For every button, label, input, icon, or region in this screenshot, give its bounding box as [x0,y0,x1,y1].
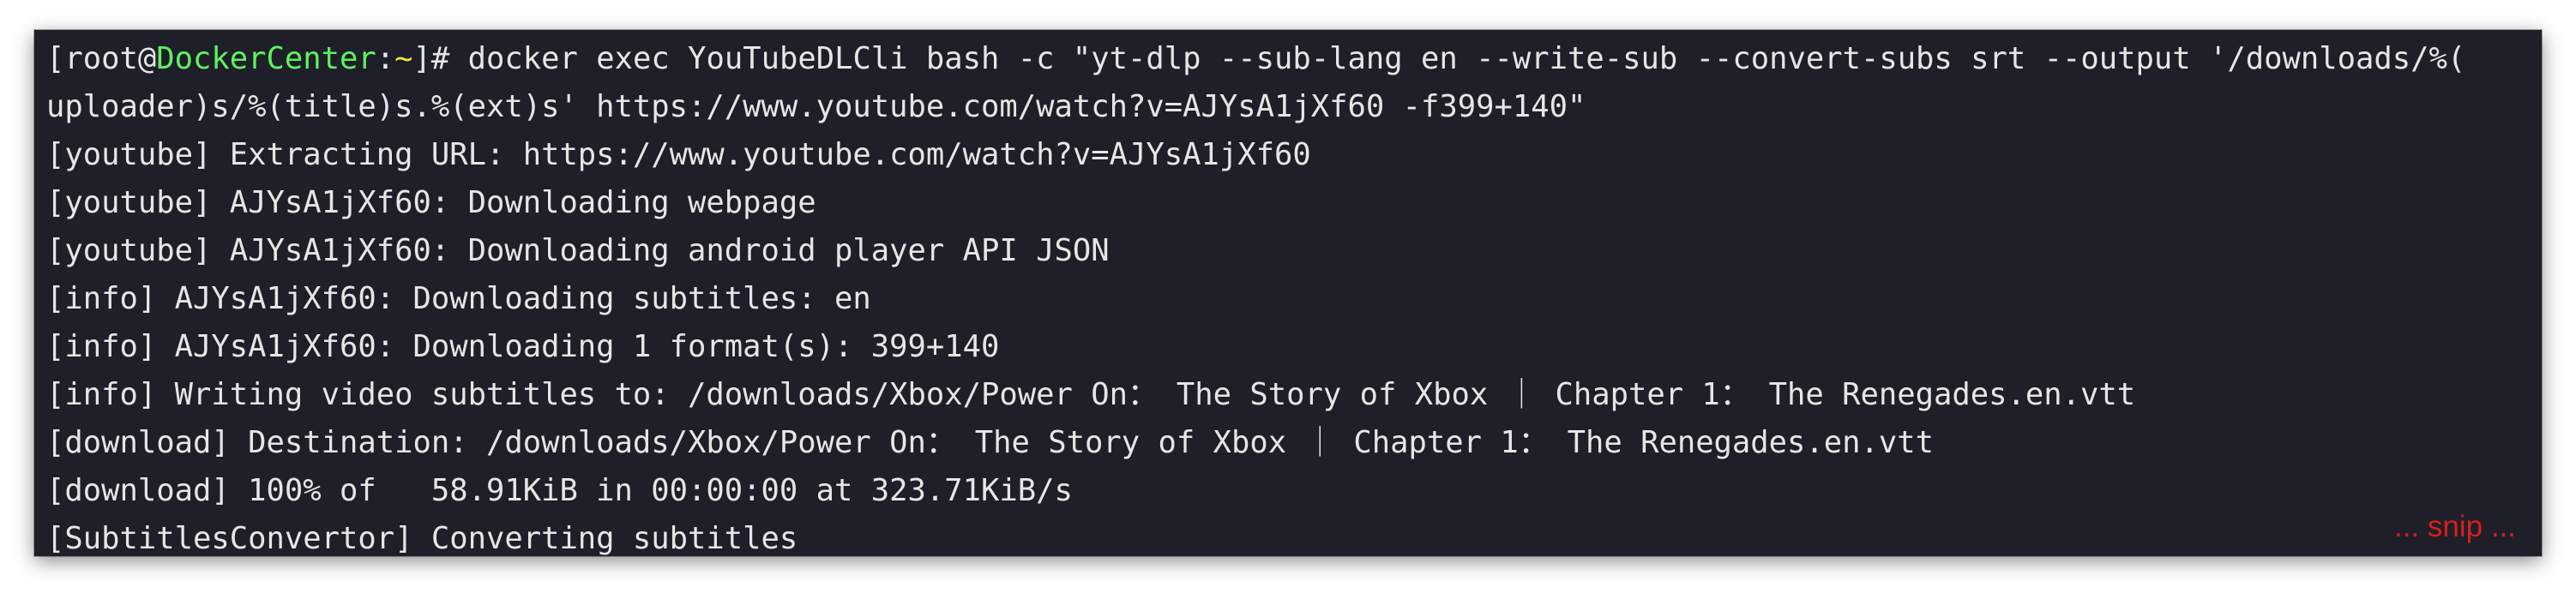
command-text: docker exec YouTubeDLCli bash -c "yt-dlp… [467,41,2466,76]
output-line: [download] 100% of 58.91KiB in 00:00:00 … [46,473,1073,508]
prompt-close: ]# [412,41,468,76]
prompt-colon: : [376,41,395,76]
output-line: [youtube] AJYsA1jXf60: Downloading andro… [46,233,1110,268]
command-line-continued: uploader)s/%(title)s.%(ext)s' https://ww… [46,89,1586,124]
output-line: [download] Destination: /downloads/Xbox/… [46,425,1935,460]
command-line: [root@DockerCenter:~]# docker exec YouTu… [46,35,2530,83]
output-line: [info] AJYsA1jXf60: Downloading 1 format… [46,329,1000,364]
output-line: [info] Writing video subtitles to: /down… [46,377,2136,412]
prompt-open: [root@ [46,41,157,76]
output-line: [youtube] Extracting URL: https://www.yo… [46,137,1311,172]
terminal-window[interactable]: [root@DockerCenter:~]# docker exec YouTu… [34,30,2542,556]
terminal-output: [root@DockerCenter:~]# docker exec YouTu… [46,35,2530,556]
output-line: [youtube] AJYsA1jXf60: Downloading webpa… [46,185,816,220]
output-line: [info] AJYsA1jXf60: Downloading subtitle… [46,281,871,316]
snip-annotation: ... snip ... [2394,510,2516,543]
prompt-hostname: DockerCenter [156,41,376,76]
prompt-cwd: ~ [394,41,413,76]
output-line: [SubtitlesConvertor] Converting subtitle… [46,521,798,556]
